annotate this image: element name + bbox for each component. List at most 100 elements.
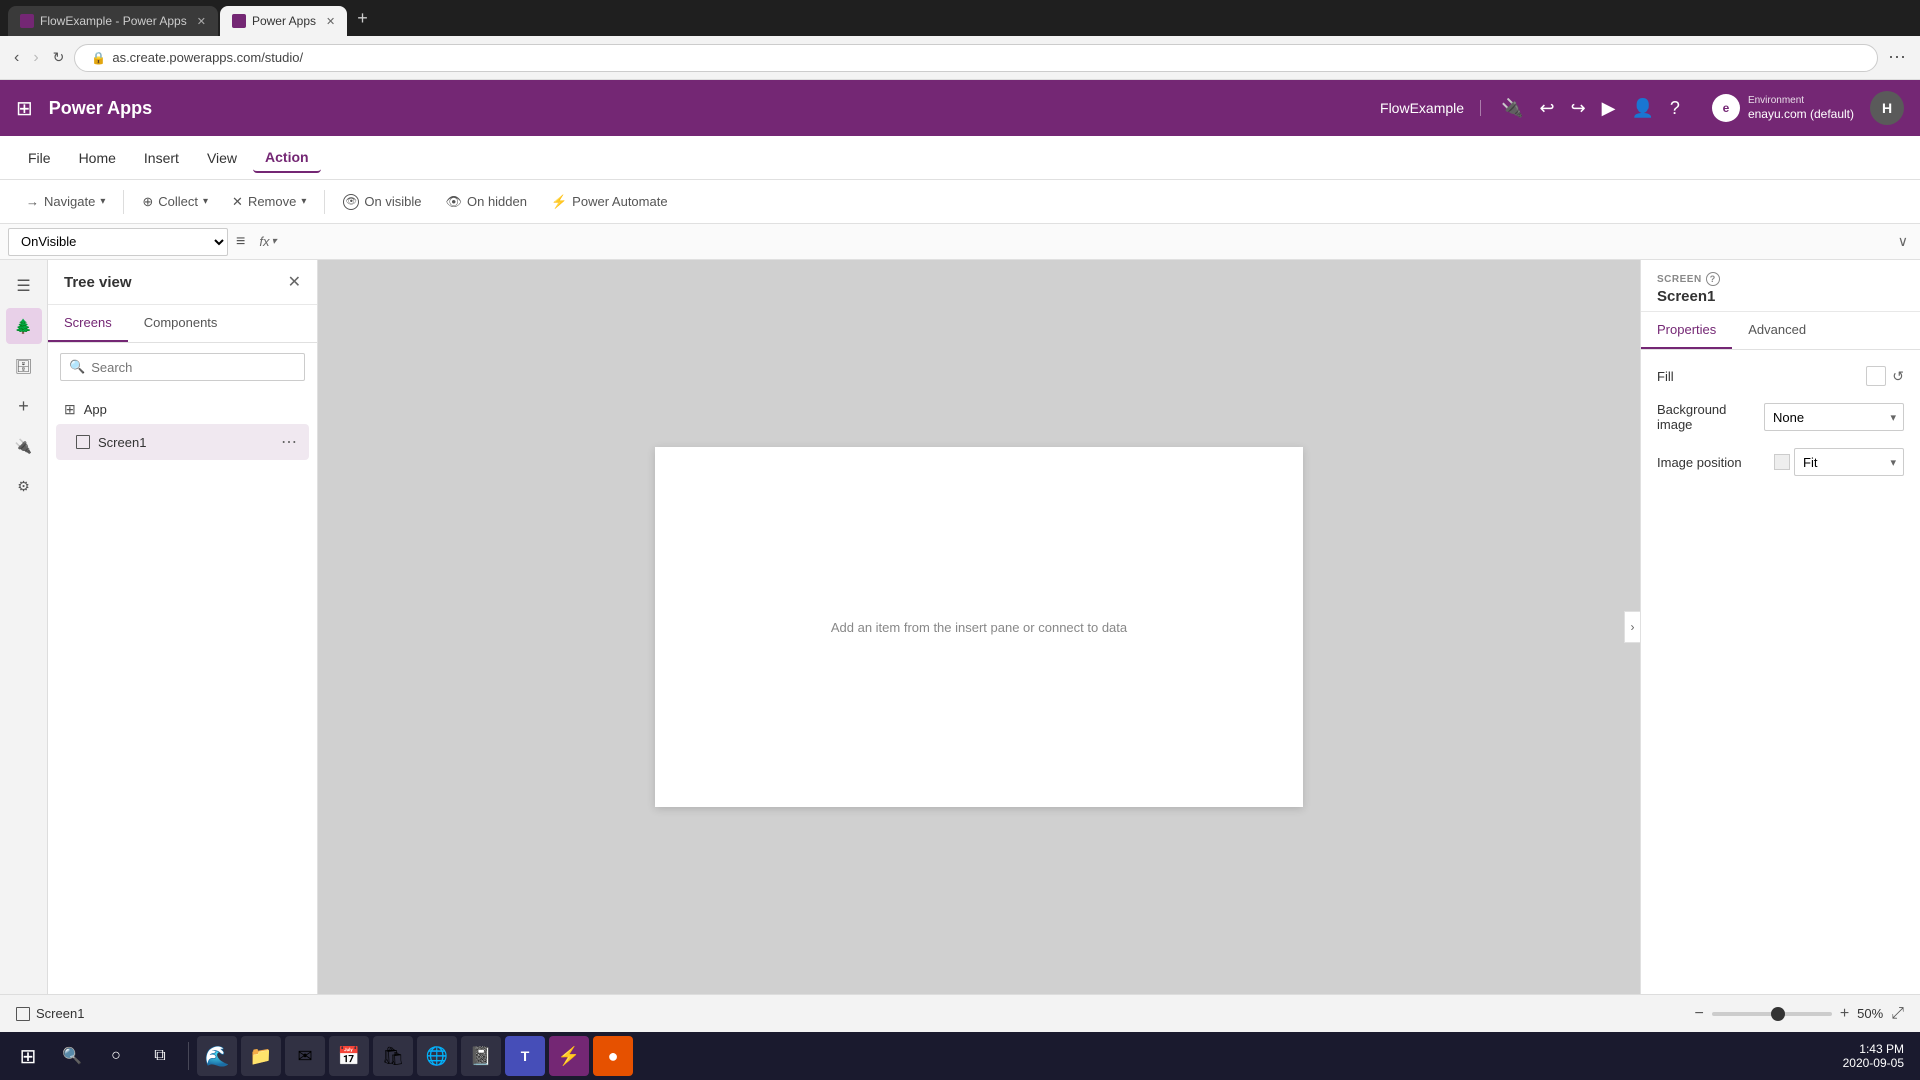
toolbar: → Navigate ▾ ⊕ Collect ▾ ✕ Remove ▾ 👁 On… [0,180,1920,224]
connect-icon-button[interactable]: 🔌 [1501,98,1523,119]
tab2-close[interactable]: ✕ [326,15,335,28]
tree-close-button[interactable]: ✕ [288,272,301,292]
tree-tabs: Screens Components [48,305,317,343]
help-button[interactable]: ? [1670,98,1680,119]
menu-item-action[interactable]: Action [253,143,321,173]
taskbar-orange[interactable]: ● [593,1036,633,1076]
grid-icon-button[interactable]: ⊞ [16,96,33,121]
zoom-slider-track[interactable] [1712,1012,1832,1016]
back-button[interactable]: ‹ [10,45,23,71]
taskbar-taskview-button[interactable]: ⧉ [140,1036,180,1076]
fx-label: fx [259,234,269,249]
taskbar-onenote[interactable]: 📓 [461,1036,501,1076]
menu-item-view[interactable]: View [195,144,249,172]
taskbar-mail[interactable]: ✉ [285,1036,325,1076]
menu-bar: File Home Insert View Action [0,136,1920,180]
navigate-button[interactable]: → Navigate ▾ [16,189,115,214]
sidebar-data-button[interactable]: 🗄 [6,348,42,384]
sidebar-vars-button[interactable]: ⚙ [6,468,42,504]
app-item[interactable]: ⊞ App [56,395,309,424]
on-visible-button[interactable]: 👁 On visible [333,189,431,215]
collect-label: Collect [158,194,198,209]
zoom-fullscreen-button[interactable]: ⤢ [1891,1005,1904,1023]
taskbar-time: 1:43 PM 2020-09-05 [1843,1042,1912,1070]
app-title: Power Apps [49,98,152,119]
toolbar-separator-1 [123,190,124,214]
remove-button[interactable]: ✕ Remove ▾ [222,189,316,215]
canvas-area: Add an item from the insert pane or conn… [318,260,1640,994]
taskbar-search-button[interactable]: 🔍 [52,1036,92,1076]
fill-refresh-button[interactable]: ↺ [1892,368,1904,385]
screen1-label: Screen1 [98,435,269,450]
redo-button[interactable]: ↪ [1571,98,1586,119]
menu-item-home[interactable]: Home [67,144,128,172]
avatar[interactable]: H [1870,91,1904,125]
sidebar-add-button[interactable]: + [6,388,42,424]
tab-components[interactable]: Components [128,305,234,342]
tab-2[interactable]: Power Apps ✕ [220,6,347,36]
on-hidden-label: On hidden [467,194,527,209]
tree-search-input[interactable] [91,360,296,375]
undo-button[interactable]: ↩ [1539,98,1554,119]
formula-select[interactable]: OnVisible [8,228,228,256]
zoom-minus-button[interactable]: − [1694,1005,1703,1023]
formula-input[interactable] [287,228,1890,256]
taskbar-store[interactable]: 🛍 [373,1036,413,1076]
collect-button[interactable]: ⊕ Collect ▾ [132,189,218,215]
taskbar-pa[interactable]: ⚡ [549,1036,589,1076]
taskbar-chrome[interactable]: 🌐 [417,1036,457,1076]
background-image-row: Background image None ▾ [1657,402,1904,432]
collect-icon: ⊕ [142,194,153,210]
zoom-plus-button[interactable]: + [1840,1005,1849,1023]
navigate-label: Navigate [44,194,95,209]
background-image-select-wrap: None ▾ [1764,403,1904,431]
menu-item-file[interactable]: File [16,144,63,172]
tab-properties[interactable]: Properties [1641,312,1732,349]
power-automate-button[interactable]: ⚡ Power Automate [541,189,678,215]
sidebar-tree-button[interactable]: 🌲 [6,308,42,344]
env-icon: e [1712,94,1740,122]
zoom-slider-thumb[interactable] [1771,1007,1785,1021]
add-tab-button[interactable]: + [349,4,376,33]
play-button[interactable]: ▶ [1602,98,1616,119]
help-circle-icon: ? [1706,272,1720,286]
fx-button[interactable]: fx ▾ [253,234,282,249]
sidebar-connector-button[interactable]: 🔌 [6,428,42,464]
image-position-select[interactable]: Fit [1794,448,1904,476]
browser-settings-button[interactable]: ⋯ [1884,43,1910,72]
sidebar-menu-button[interactable]: ☰ [6,268,42,304]
screen1-item[interactable]: Screen1 ⋯ [56,424,309,460]
background-image-label: Background image [1657,402,1764,432]
formula-bar: OnVisible ≡ fx ▾ ∨ [0,224,1920,260]
props-expand-handle[interactable]: › [1624,611,1640,643]
taskbar-cortana-button[interactable]: ○ [96,1036,136,1076]
remove-label: Remove [248,194,296,209]
properties-panel: SCREEN ? Screen1 Properties Advanced Fil… [1640,260,1920,994]
fill-color-swatch[interactable] [1866,366,1886,386]
power-automate-icon: ⚡ [551,194,567,210]
start-button[interactable]: ⊞ [8,1036,48,1076]
forward-button[interactable]: › [29,45,42,71]
taskbar-teams[interactable]: T [505,1036,545,1076]
on-hidden-button[interactable]: 👁 On hidden [435,189,537,215]
tab-1[interactable]: FlowExample - Power Apps ✕ [8,6,218,36]
refresh-button[interactable]: ↻ [49,45,69,70]
taskbar-calendar[interactable]: 📅 [329,1036,369,1076]
address-field[interactable]: 🔒 as.create.powerapps.com/studio/ [74,44,1878,72]
tab2-label: Power Apps [252,14,316,28]
taskbar-edge[interactable]: 🌊 [197,1036,237,1076]
tab-advanced[interactable]: Advanced [1732,312,1822,349]
menu-item-insert[interactable]: Insert [132,144,191,172]
formula-expand-button[interactable]: ∨ [1894,229,1912,254]
tab-screens[interactable]: Screens [48,305,128,342]
address-text: as.create.powerapps.com/studio/ [112,50,303,65]
tab1-close[interactable]: ✕ [197,15,206,28]
screen1-more-button[interactable]: ⋯ [277,430,301,454]
tab2-favicon [232,14,246,28]
user-button[interactable]: 👤 [1632,98,1654,119]
env-name: enayu.com (default) [1748,107,1854,123]
background-image-select[interactable]: None [1764,403,1904,431]
props-body: Fill ↺ Background image None ▾ [1641,350,1920,492]
taskbar-explorer[interactable]: 📁 [241,1036,281,1076]
tree-search-box[interactable]: 🔍 [60,353,305,381]
